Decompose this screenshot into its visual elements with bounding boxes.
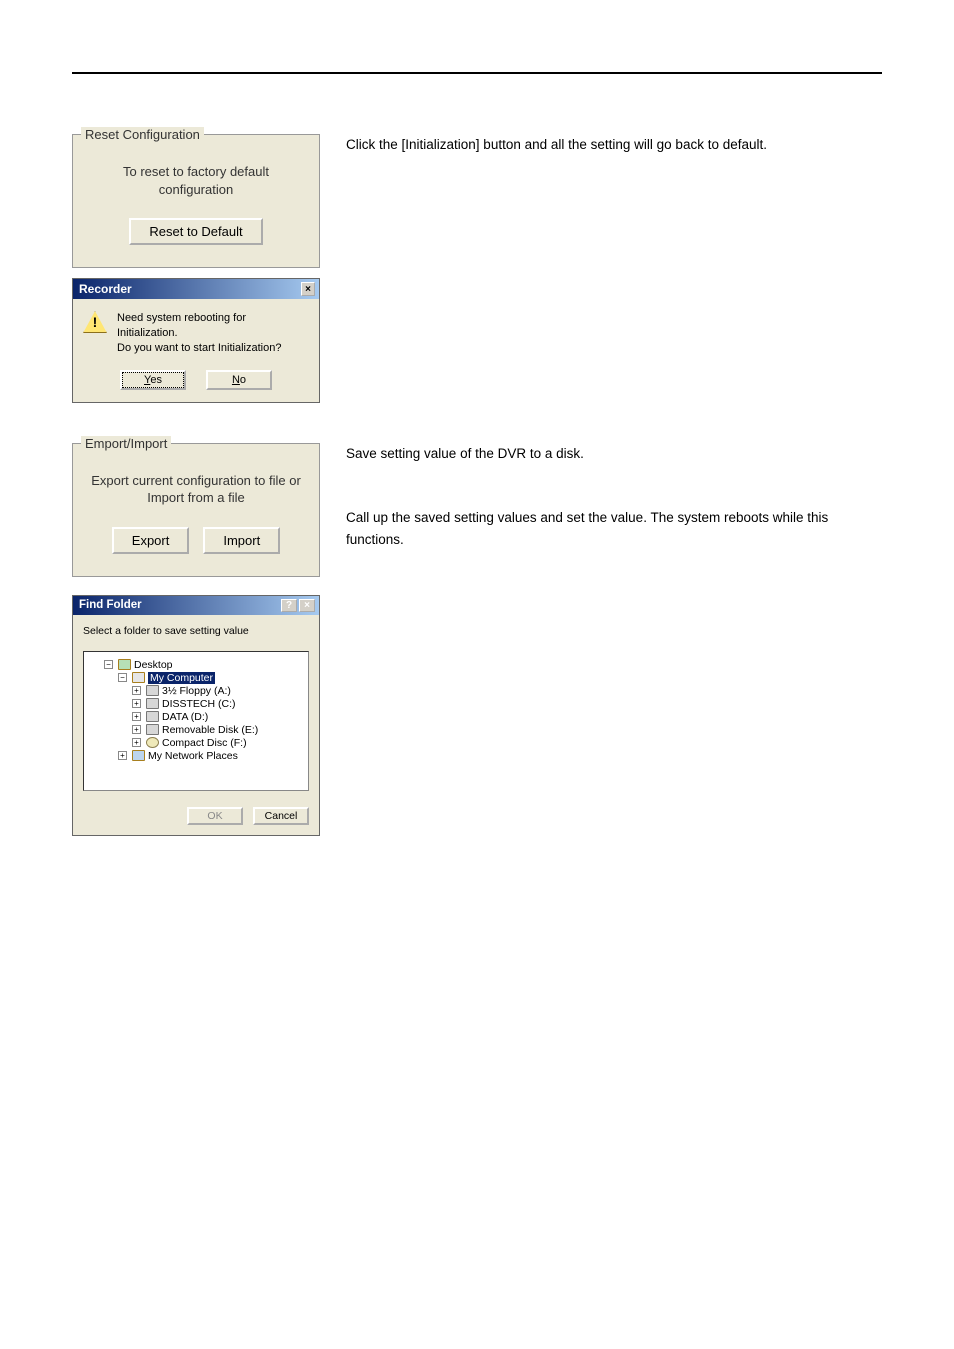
export-desc2: Call up the saved setting values and set… [346, 507, 882, 550]
reset-description: Click the [Initialization] button and al… [346, 134, 882, 156]
warning-icon [83, 311, 107, 333]
yes-button[interactable]: Yes [120, 370, 186, 390]
reset-group-title: Reset Configuration [81, 127, 204, 142]
import-button[interactable]: Import [203, 527, 280, 554]
msgbox-titlebar[interactable]: Recorder × [73, 279, 319, 299]
drive-icon [146, 724, 159, 735]
expander-icon[interactable]: + [132, 725, 141, 734]
node-disstech[interactable]: DISSTECH (C:) [162, 698, 236, 710]
expander-icon[interactable]: − [104, 660, 113, 669]
ok-button[interactable]: OK [187, 807, 243, 825]
reset-group-text: To reset to factory default configuratio… [91, 163, 301, 198]
node-removable[interactable]: Removable Disk (E:) [162, 724, 258, 736]
cd-icon [146, 737, 159, 748]
drive-icon [146, 698, 159, 709]
emport-import-title: Emport/Import [81, 436, 171, 451]
drive-icon [146, 711, 159, 722]
help-icon[interactable]: ? [281, 599, 297, 612]
find-folder-dialog: Find Folder ? × Select a folder to save … [72, 595, 320, 836]
top-rule [72, 72, 882, 74]
expander-icon[interactable]: + [132, 699, 141, 708]
expander-icon[interactable]: + [132, 738, 141, 747]
node-floppy[interactable]: 3½ Floppy (A:) [162, 685, 231, 697]
find-folder-prompt: Select a folder to save setting value [83, 625, 309, 637]
close-icon[interactable]: × [299, 599, 315, 612]
node-data[interactable]: DATA (D:) [162, 711, 208, 723]
computer-icon [132, 672, 145, 683]
floppy-icon [146, 685, 159, 696]
msgbox-line2: Do you want to start Initialization? [117, 341, 309, 356]
node-my-computer[interactable]: My Computer [148, 672, 215, 684]
reset-to-default-button[interactable]: Reset to Default [129, 218, 262, 245]
no-button[interactable]: No [206, 370, 272, 390]
msgbox-line1: Need system rebooting for Initialization… [117, 311, 309, 341]
cancel-button[interactable]: Cancel [253, 807, 309, 825]
close-icon[interactable]: × [301, 282, 315, 296]
node-cd[interactable]: Compact Disc (F:) [162, 737, 247, 749]
desktop-icon [118, 659, 131, 670]
find-folder-title: Find Folder [79, 599, 142, 611]
expander-icon[interactable]: + [132, 712, 141, 721]
node-desktop[interactable]: Desktop [134, 659, 173, 671]
recorder-msgbox: Recorder × Need system rebooting for Ini… [72, 278, 320, 403]
export-import-groupbox: Emport/Import Export current configurati… [72, 443, 320, 577]
node-network[interactable]: My Network Places [148, 750, 238, 762]
reset-config-groupbox: Reset Configuration To reset to factory … [72, 134, 320, 268]
network-icon [132, 750, 145, 761]
folder-tree[interactable]: −Desktop −My Computer +3½ Floppy (A:) +D… [83, 651, 309, 791]
expander-icon[interactable]: + [118, 751, 127, 760]
export-button[interactable]: Export [112, 527, 190, 554]
find-folder-titlebar[interactable]: Find Folder ? × [73, 596, 319, 615]
expander-icon[interactable]: + [132, 686, 141, 695]
export-desc1: Save setting value of the DVR to a disk. [346, 443, 882, 465]
msgbox-title: Recorder [79, 282, 132, 296]
emport-import-text: Export current configuration to file or … [91, 472, 301, 507]
expander-icon[interactable]: − [118, 673, 127, 682]
